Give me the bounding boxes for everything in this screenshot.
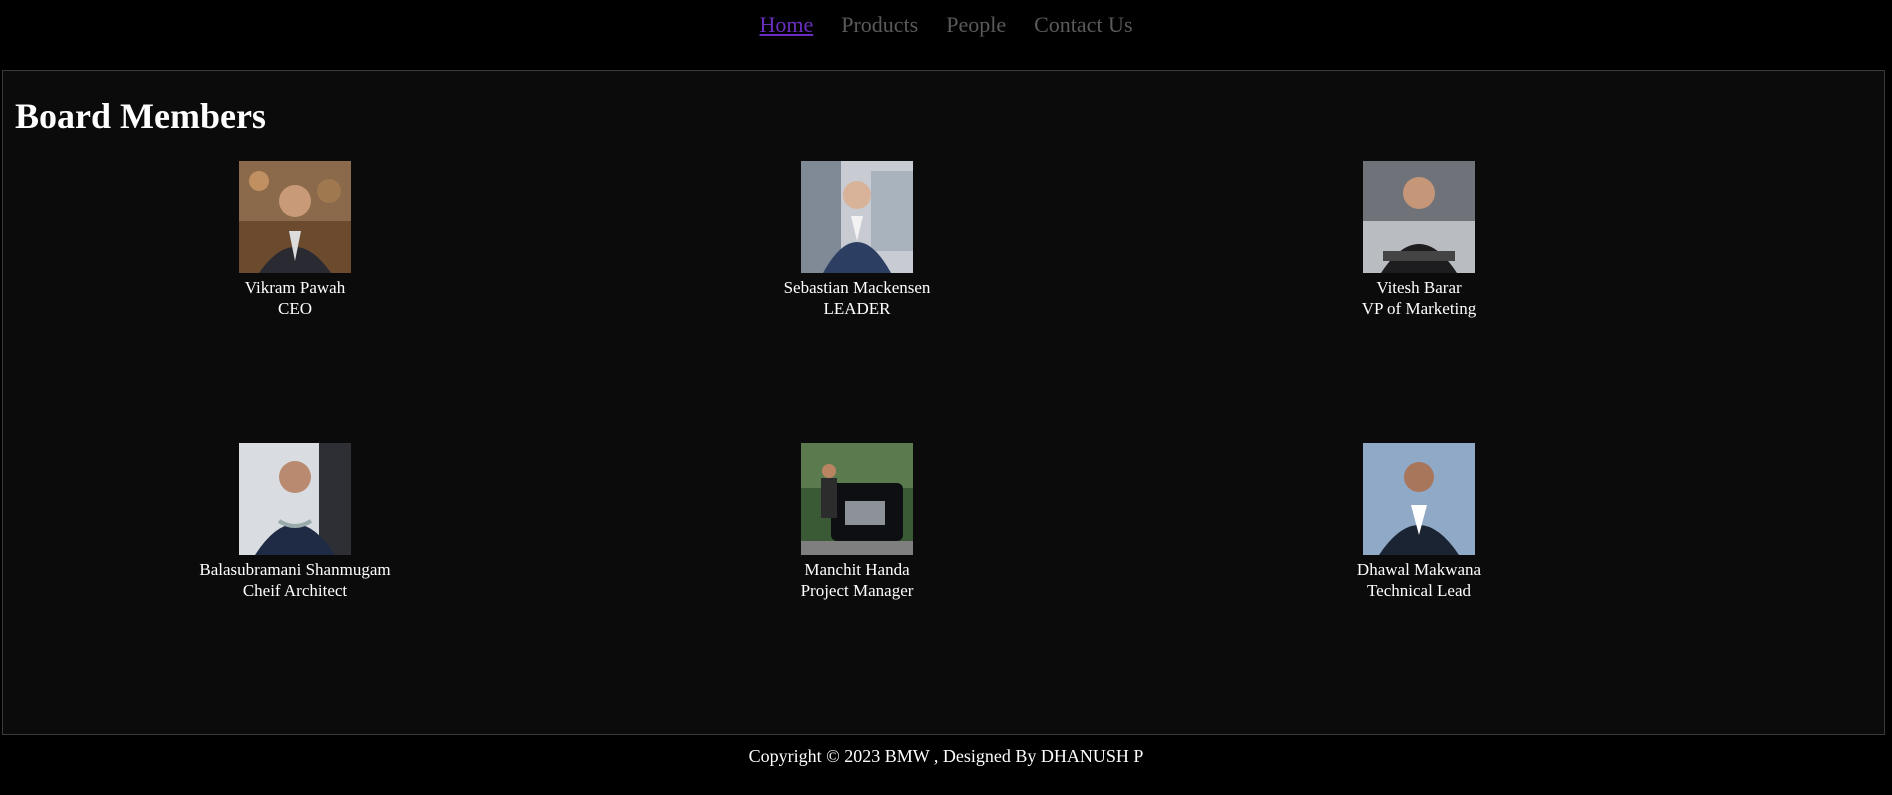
- member-photo: [801, 161, 913, 273]
- member-role: VP of Marketing: [1361, 299, 1477, 318]
- member-card: Vitesh Barar VP of Marketing: [1269, 161, 1569, 319]
- nav-link-people[interactable]: People: [946, 12, 1006, 38]
- member-name: Vitesh Barar: [1376, 278, 1462, 297]
- nav-link-home[interactable]: Home: [759, 12, 813, 38]
- member-role: Project Manager: [800, 581, 914, 600]
- member-name: Dhawal Makwana: [1356, 560, 1482, 579]
- board-members-panel: Board Members Vikram Pawah CEO Sebastian…: [2, 70, 1885, 735]
- member-role: Technical Lead: [1366, 581, 1472, 600]
- footer-copyright: Copyright © 2023 BMW , Designed By DHANU…: [748, 746, 1144, 766]
- member-card: Balasubramani Shanmugam Cheif Architect: [145, 443, 445, 601]
- member-photo: [1363, 161, 1475, 273]
- member-card: Vikram Pawah CEO: [145, 161, 445, 319]
- member-card: Dhawal Makwana Technical Lead: [1269, 443, 1569, 601]
- member-role: CEO: [278, 299, 312, 318]
- nav-link-products[interactable]: Products: [841, 12, 918, 38]
- section-title: Board Members: [15, 96, 266, 136]
- member-photo: [801, 443, 913, 555]
- member-role: LEADER: [823, 299, 891, 318]
- member-name: Vikram Pawah: [244, 278, 346, 297]
- top-navigation: Home Products People Contact Us: [0, 0, 1892, 70]
- member-photo: [1363, 443, 1475, 555]
- member-card: Manchit Handa Project Manager: [707, 443, 1007, 601]
- member-name: Balasubramani Shanmugam: [199, 560, 391, 579]
- member-role: Cheif Architect: [242, 581, 348, 600]
- member-photo: [239, 161, 351, 273]
- member-photo: [239, 443, 351, 555]
- member-card: Sebastian Mackensen LEADER: [707, 161, 1007, 319]
- nav-link-contact-us[interactable]: Contact Us: [1034, 12, 1132, 38]
- member-name: Manchit Handa: [804, 560, 910, 579]
- member-name: Sebastian Mackensen: [783, 278, 931, 297]
